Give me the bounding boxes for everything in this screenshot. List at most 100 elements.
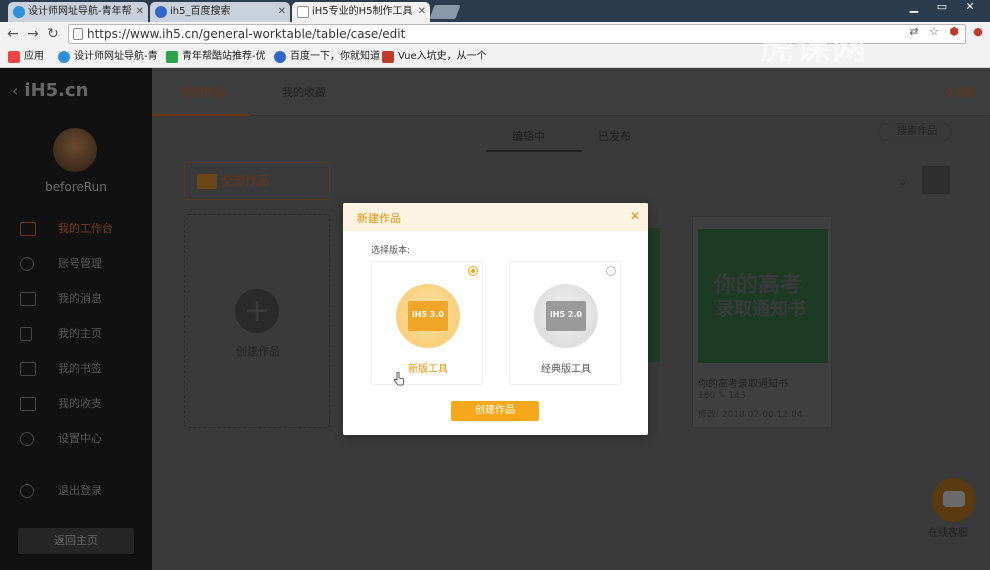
create-work-card[interactable]: + 创建作品 xyxy=(184,214,330,428)
site-icon xyxy=(13,6,25,18)
back-icon[interactable]: ← xyxy=(4,25,22,43)
sidebar-item-settings[interactable]: 设置中心 xyxy=(20,430,140,448)
browser-tabstrip: 设计师网址导航-青年帮 ✕ ih5_百度搜索 ✕ iH5专业的H5制作工具 ✕ … xyxy=(0,0,990,22)
close-icon[interactable]: ✕ xyxy=(278,2,286,22)
monitor-icon xyxy=(20,222,36,236)
app-sidebar: ‹ iH5.cn beforeRun 我的工作台 账号管理 我的消息 我的主页 我… xyxy=(0,68,152,570)
sidebar-item-finance[interactable]: 我的收支 xyxy=(20,395,140,413)
browser-tab-1[interactable]: 设计师网址导航-青年帮 ✕ xyxy=(8,2,148,22)
chevron-left-icon[interactable]: ‹ xyxy=(12,81,18,100)
gear-icon xyxy=(20,432,34,446)
close-icon[interactable]: ✕ xyxy=(418,2,426,22)
version-name: 经典版工具 xyxy=(541,364,591,375)
hand-cursor-icon xyxy=(394,372,404,386)
close-icon[interactable]: ✕ xyxy=(136,2,144,22)
bookmark-icon xyxy=(20,362,36,376)
tab-underline xyxy=(152,114,250,116)
close-icon[interactable]: ✕ xyxy=(630,209,640,223)
site-icon xyxy=(382,51,394,63)
radio-unselected[interactable] xyxy=(606,266,616,276)
version-option-classic[interactable]: iH5 2.0 经典版工具 xyxy=(509,261,621,385)
apps-grid-icon xyxy=(8,51,20,63)
tab-my-works[interactable]: 我的作品 xyxy=(182,84,226,100)
modal-header: 新建作品 ✕ xyxy=(343,203,648,231)
radio-selected[interactable] xyxy=(468,266,478,276)
work-card[interactable]: 你的高考 录取通知书 你的高考录取通知书 180 ✎ 143 修改: 2018 … xyxy=(692,216,832,428)
reload-icon[interactable]: ↻ xyxy=(44,25,62,43)
opera-icon[interactable]: ● xyxy=(972,26,984,38)
site-icon xyxy=(58,51,70,63)
new-tab-button[interactable] xyxy=(429,5,461,19)
create-work-label: 创建作品 xyxy=(236,345,280,358)
tab-my-favorites[interactable]: 我的收藏 xyxy=(282,84,326,100)
sidebar-item-workbench[interactable]: 我的工作台 xyxy=(20,220,140,238)
online-service-label: 在线客服 xyxy=(928,528,968,539)
star-icon[interactable]: ☆ xyxy=(928,26,940,38)
watermark: 虎课网 xyxy=(760,28,868,68)
bookmark-item[interactable]: Vue入坑史，从一个 xyxy=(382,50,487,64)
version-name: 新版工具 xyxy=(408,364,448,375)
work-stats: 180 ✎ 143 xyxy=(698,391,746,401)
online-service-button[interactable] xyxy=(932,478,976,522)
lock-icon xyxy=(73,28,83,40)
search-works-input[interactable]: 搜索作品 xyxy=(878,123,952,141)
translate-icon[interactable]: ⇄ xyxy=(908,26,920,38)
sidebar-item-logout[interactable]: 退出登录 xyxy=(20,482,140,500)
power-icon xyxy=(20,484,34,498)
brand-logo[interactable]: ‹ iH5.cn xyxy=(12,80,89,101)
browser-tab-2[interactable]: ih5_百度搜索 ✕ xyxy=(150,2,290,22)
work-thumbnail: 你的高考 录取通知书 xyxy=(698,229,828,363)
extension-icon[interactable]: ⬢ xyxy=(948,26,960,38)
version-label: 选择版本: xyxy=(371,246,411,256)
baidu-paw-icon xyxy=(155,6,167,18)
avatar[interactable] xyxy=(53,128,97,172)
chat-bubble-icon xyxy=(943,491,965,507)
browser-tab-3-active[interactable]: iH5专业的H5制作工具 ✕ xyxy=(292,2,430,22)
mail-icon xyxy=(20,292,36,306)
bookmark-apps[interactable]: 应用 xyxy=(8,50,44,64)
ih5-2-illustration: iH5 2.0 xyxy=(534,284,598,348)
new-work-modal: 新建作品 ✕ 选择版本: iH5 3.0 新版工具 iH5 2.0 经典版工具 … xyxy=(343,203,648,435)
bookmark-item[interactable]: 设计师网址导航-青 xyxy=(58,50,158,64)
subtab-published[interactable]: 已发布 xyxy=(598,128,631,144)
tab-title: iH5专业的H5制作工具 xyxy=(312,6,413,17)
tab-title: 设计师网址导航-青年帮 xyxy=(28,6,132,17)
switch-version-link[interactable]: ⚲ 新版 xyxy=(945,84,976,99)
site-icon xyxy=(166,51,178,63)
sidebar-item-messages[interactable]: 我的消息 xyxy=(20,290,140,308)
tab-title: ih5_百度搜索 xyxy=(170,6,231,17)
create-work-button[interactable]: 创建作品 xyxy=(451,401,539,421)
forward-icon[interactable]: → xyxy=(24,25,42,43)
sidebar-item-bookmarks[interactable]: 我的书签 xyxy=(20,360,140,378)
work-date: 修改: 2018 07-00 12:04 xyxy=(698,410,803,420)
monitor-icon: iH5 2.0 xyxy=(546,301,586,331)
monitor-icon: iH5 3.0 xyxy=(408,301,448,331)
folder-icon xyxy=(197,174,217,189)
bookmark-item[interactable]: 百度一下，你就知道 xyxy=(274,50,380,64)
sidebar-item-account[interactable]: 账号管理 xyxy=(20,255,140,273)
minimize-icon[interactable]: ▁ xyxy=(900,0,928,16)
sidebar-item-homepage[interactable]: 我的主页 xyxy=(20,325,140,343)
chevron-down-icon[interactable]: ⌄ xyxy=(898,174,908,188)
baidu-paw-icon xyxy=(274,51,286,63)
work-title: 你的高考录取通知书 xyxy=(698,379,788,390)
document-icon xyxy=(20,327,32,341)
all-works-dropdown[interactable]: 全部作品 xyxy=(184,162,330,200)
modal-title: 新建作品 xyxy=(357,212,401,225)
plus-icon: + xyxy=(235,289,279,333)
url-text: https://www.ih5.cn/general-worktable/tab… xyxy=(87,27,406,41)
wallet-icon xyxy=(20,397,36,411)
close-window-icon[interactable]: ✕ xyxy=(956,0,984,16)
top-nav: 我的作品 我的收藏 ⚲ 新版 xyxy=(152,68,990,116)
return-home-button[interactable]: 返回主页 xyxy=(18,528,134,554)
username: beforeRun xyxy=(45,180,107,194)
subtab-underline xyxy=(486,150,582,152)
maximize-icon[interactable]: ▭ xyxy=(928,0,956,16)
ih5-3-illustration: iH5 3.0 xyxy=(396,284,460,348)
bookmark-item[interactable]: 青年帮酷站推荐-优 xyxy=(166,50,266,64)
new-folder-button[interactable] xyxy=(922,166,950,194)
page-icon xyxy=(297,6,309,18)
subtab-editing[interactable]: 编辑中 xyxy=(512,128,545,144)
user-icon xyxy=(20,257,34,271)
version-option-new[interactable]: iH5 3.0 新版工具 xyxy=(371,261,483,385)
